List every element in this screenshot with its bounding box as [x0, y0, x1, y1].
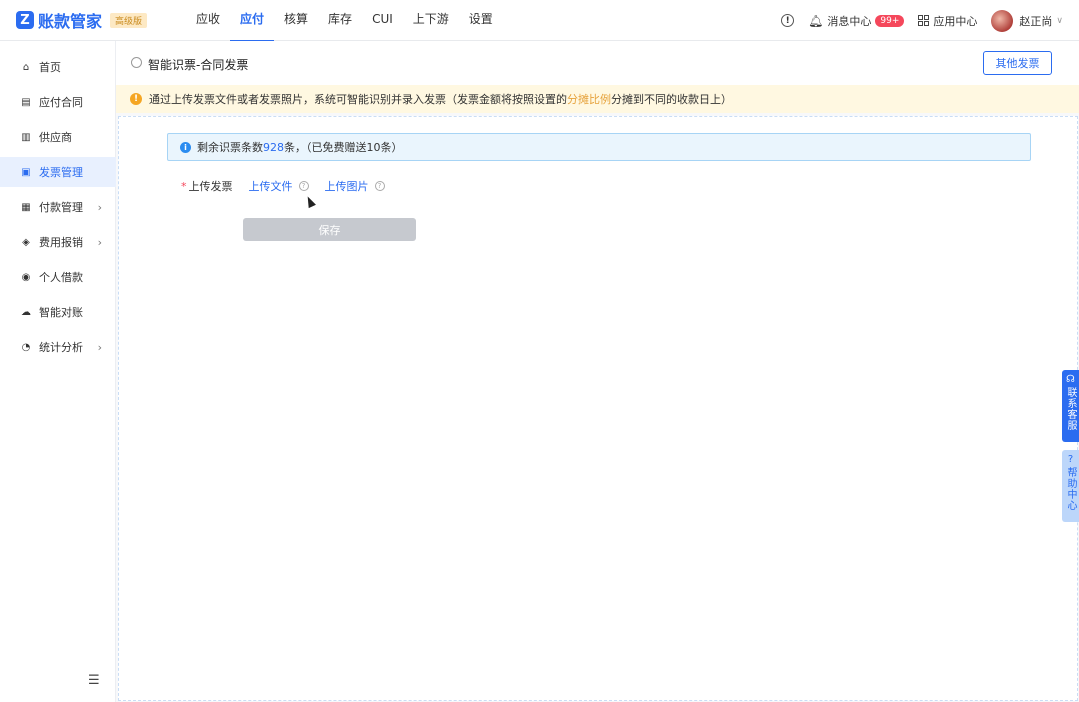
collapse-sidebar-icon[interactable]: ☰: [88, 673, 100, 688]
expense-icon: ◈: [22, 236, 30, 248]
other-invoice-button[interactable]: 其他发票: [983, 51, 1052, 75]
avatar: [991, 9, 1014, 32]
nav-accounting[interactable]: 核算: [274, 0, 318, 41]
nav-receivable[interactable]: 应收: [186, 0, 230, 41]
app-center-label: 应用中心: [933, 14, 978, 28]
user-menu[interactable]: 赵正尚 ∨: [991, 9, 1063, 32]
sidebar-item-suppliers[interactable]: ▥ 供应商: [0, 122, 116, 152]
required-mark: *: [181, 179, 187, 193]
allocation-ratio-link[interactable]: 分摊比例: [567, 91, 611, 107]
sidebar-item-payments[interactable]: ▦ 付款管理 ›: [0, 192, 116, 222]
info-icon: i: [180, 141, 191, 153]
message-count-badge: 99+: [875, 14, 905, 27]
sidebar-item-reconcile[interactable]: ☁ 智能对账: [0, 297, 116, 327]
notice-text-suffix: 分摊到不同的收款日上）: [611, 93, 732, 106]
user-name: 赵正尚: [1019, 14, 1053, 28]
quota-count: 928: [263, 140, 284, 154]
sidebar-item-label: 发票管理: [39, 166, 83, 179]
top-nav: 应收 应付 核算 库存 CUI 上下游 设置: [186, 0, 503, 42]
bell-icon: 🔔︎: [808, 13, 824, 28]
sidebar-item-label: 首页: [39, 61, 61, 74]
sidebar-item-label: 应付合同: [39, 96, 83, 109]
header-actions: ! 🔔︎ 消息中心 99+ 应用中心 赵正尚 ∨: [767, 0, 1063, 41]
warning-icon: !: [130, 93, 142, 105]
page-header: 智能识票-合同发票 其他发票: [116, 41, 1079, 85]
stats-icon: ◔: [21, 341, 31, 353]
edition-badge: 高级版: [110, 12, 148, 28]
app-name: 账款管家: [38, 12, 103, 31]
top-header: Z 账款管家 高级版 应收 应付 核算 库存 CUI 上下游 设置 ! 🔔︎ 消…: [0, 0, 1079, 42]
quota-prefix: 剩余识票条数: [197, 141, 263, 154]
nav-settings[interactable]: 设置: [459, 0, 503, 41]
sidebar-item-label: 供应商: [39, 131, 72, 144]
nav-payable[interactable]: 应付: [230, 0, 275, 42]
message-center-label: 消息中心: [827, 14, 872, 28]
sidebar-item-label: 个人借款: [39, 271, 83, 284]
payment-icon: ▦: [21, 201, 31, 213]
help-icon[interactable]: ?: [298, 181, 309, 191]
sidebar-item-label: 付款管理: [39, 201, 83, 214]
sidebar-item-label: 费用报销: [39, 236, 83, 249]
sidebar-item-statistics[interactable]: ◔ 统计分析 ›: [0, 332, 116, 362]
notice-text-prefix: 通过上传发票文件或者发票照片，系统可智能识别并录入发票（发票金额将按照设置的: [149, 93, 567, 106]
chevron-right-icon: ›: [97, 235, 102, 249]
headset-icon: ☊: [1066, 374, 1075, 385]
sidebar-item-home[interactable]: ⌂ 首页: [0, 52, 116, 82]
logo-icon: Z: [16, 11, 34, 29]
notice-bar: ! 通过上传发票文件或者发票照片，系统可智能识别并录入发票（发票金额将按照设置的…: [116, 85, 1079, 113]
question-icon: ?: [1067, 454, 1074, 465]
save-button[interactable]: 保存: [243, 218, 416, 241]
info-icon[interactable]: !: [781, 14, 795, 27]
help-icon[interactable]: ?: [374, 181, 385, 191]
upload-file-link[interactable]: 上传文件: [249, 178, 293, 194]
page-title: 智能识票-合同发票: [148, 58, 249, 72]
sidebar-item-personal-loans[interactable]: ◉ 个人借款: [0, 262, 116, 292]
home-icon: ⌂: [22, 61, 30, 73]
reconcile-icon: ☁: [21, 306, 31, 318]
chevron-right-icon: ›: [97, 340, 102, 354]
chevron-right-icon: ›: [97, 200, 102, 214]
nav-inventory[interactable]: 库存: [318, 0, 362, 41]
nav-supply-chain[interactable]: 上下游: [403, 0, 459, 41]
upload-image-link[interactable]: 上传图片: [325, 178, 369, 194]
invoice-icon: ▣: [21, 166, 31, 178]
nav-cui[interactable]: CUI: [362, 0, 403, 41]
app-logo[interactable]: Z 账款管家 高级版: [16, 8, 148, 32]
sidebar: ⌂ 首页 ▤ 应付合同 ▥ 供应商 ▣ 发票管理 ▦ 付款管理 › ◈ 费用报销…: [0, 41, 116, 702]
customer-service-tab[interactable]: ☊ 联系客服: [1062, 370, 1079, 442]
upload-label: 上传发票: [188, 180, 233, 193]
quota-info: i 剩余识票条数 928 条，（已免费赠送10条）: [167, 133, 1031, 161]
sidebar-item-expenses[interactable]: ◈ 费用报销 ›: [0, 227, 116, 257]
grid-icon: [918, 15, 930, 26]
supplier-icon: ▥: [21, 131, 31, 143]
sidebar-item-contracts[interactable]: ▤ 应付合同: [0, 87, 116, 117]
chevron-down-icon: ∨: [1056, 15, 1063, 26]
customer-service-label: 联系客服: [1065, 387, 1076, 431]
main-panel: i 剩余识票条数 928 条，（已免费赠送10条） * 上传发票 上传文件 ? 上…: [118, 116, 1078, 701]
help-center-label: 帮助中心: [1065, 467, 1076, 511]
history-icon[interactable]: [131, 57, 142, 68]
contract-icon: ▤: [21, 96, 31, 108]
loan-icon: ◉: [21, 271, 31, 283]
quota-suffix: 条，（已免费赠送10条）: [284, 141, 403, 154]
message-center[interactable]: 🔔︎ 消息中心 99+: [808, 13, 905, 29]
sidebar-item-label: 智能对账: [39, 306, 83, 319]
sidebar-item-invoices[interactable]: ▣ 发票管理: [0, 157, 116, 187]
upload-row: * 上传发票 上传文件 ? 上传图片 ?: [181, 178, 401, 194]
help-center-tab[interactable]: ? 帮助中心: [1062, 450, 1079, 522]
app-center[interactable]: 应用中心: [918, 13, 977, 29]
sidebar-item-label: 统计分析: [39, 341, 83, 354]
